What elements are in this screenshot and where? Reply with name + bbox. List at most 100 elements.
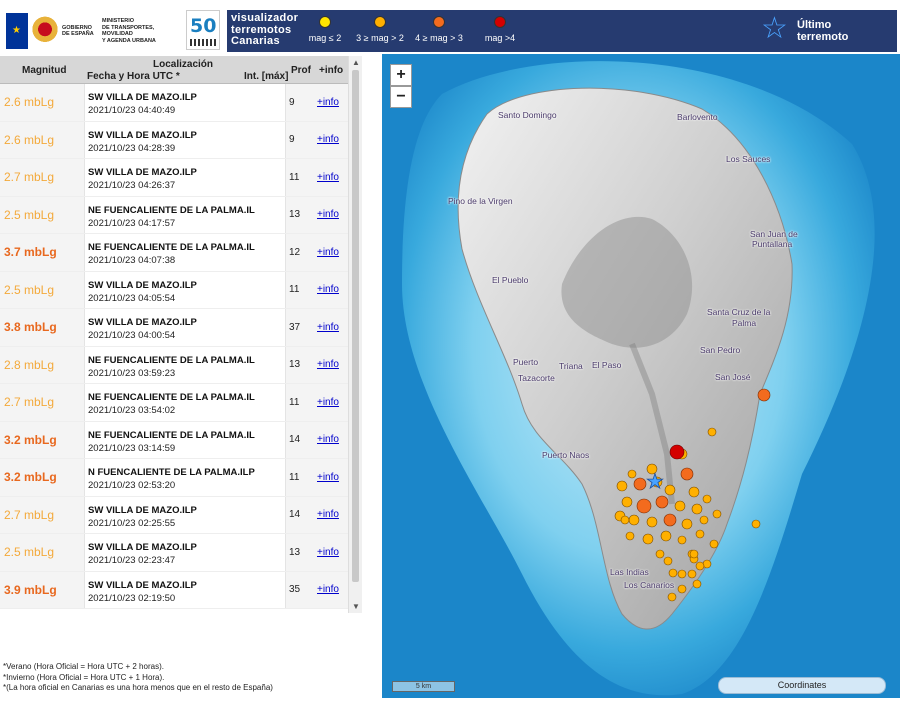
more-info-link[interactable]: +info xyxy=(316,384,348,421)
table-row[interactable]: 2.5 mbLg SW VILLA DE MAZO.ILP 2021/10/23… xyxy=(0,271,348,309)
more-info-link[interactable]: +info xyxy=(316,309,348,346)
table-row[interactable]: 3.2 mbLg NE FUENCALIENTE DE LA PALMA.IL … xyxy=(0,421,348,459)
header-location[interactable]: Localización xyxy=(153,59,213,70)
table-row[interactable]: 2.7 mbLg NE FUENCALIENTE DE LA PALMA.IL … xyxy=(0,384,348,422)
gov-line: DE ESPAÑA xyxy=(62,31,94,37)
location-cell: NE FUENCALIENTE DE LA PALMA.IL 2021/10/2… xyxy=(84,421,286,458)
magnitude-cell: 3.9 mbLg xyxy=(4,582,57,597)
place-label: El Pueblo xyxy=(492,275,529,285)
more-info-link[interactable]: +info xyxy=(316,534,348,571)
header-magnitude[interactable]: Magnitud xyxy=(22,65,66,76)
last-label-line: Último xyxy=(797,19,832,31)
yellow-dot-icon xyxy=(319,16,331,28)
table-body[interactable]: 2.6 mbLg SW VILLA DE MAZO.ILP 2021/10/23… xyxy=(0,84,348,611)
event-datetime: 2021/10/23 04:07:38 xyxy=(88,255,176,266)
location-name: NE FUENCALIENTE DE LA PALMA.IL xyxy=(88,392,255,403)
more-info-link[interactable]: +info xyxy=(316,84,348,121)
place-label: Las Indias xyxy=(610,567,649,577)
location-name: NE FUENCALIENTE DE LA PALMA.IL xyxy=(88,429,255,441)
coordinates-button[interactable]: Coordinates xyxy=(718,677,886,694)
header-info: +info xyxy=(319,65,344,76)
more-info-link[interactable]: +info xyxy=(316,159,348,196)
place-label: Barlovento xyxy=(677,112,718,122)
location-name: SW VILLA DE MAZO.ILP xyxy=(88,504,197,516)
magnitude-cell: 2.5 mbLg xyxy=(4,545,55,560)
table-row[interactable]: 2.7 mbLg SW VILLA DE MAZO.ILP 2021/10/23… xyxy=(0,159,348,197)
table-row[interactable]: 2.7 mbLg SW VILLA DE MAZO.ILP 2021/10/23… xyxy=(0,496,348,534)
location-name: SW VILLA DE MAZO.ILP xyxy=(88,317,197,328)
more-info-link[interactable]: +info xyxy=(316,422,348,459)
map-canvas[interactable]: ★ xyxy=(382,54,900,698)
location-name: SW VILLA DE MAZO.ILP xyxy=(88,279,197,291)
table-scrollbar[interactable]: ▲ ▼ xyxy=(348,56,362,613)
event-datetime: 2021/10/23 02:53:20 xyxy=(88,480,176,491)
table-row[interactable]: 2.5 mbLg NE FUENCALIENTE DE LA PALMA.IL … xyxy=(0,196,348,234)
depth-cell: 37 xyxy=(289,321,301,333)
last-earthquake-label: Último terremoto xyxy=(797,19,848,43)
place-label: El Paso xyxy=(592,360,622,370)
depth-cell: 14 xyxy=(289,509,301,521)
location-cell: SW VILLA DE MAZO.ILP 2021/10/23 04:00:54 xyxy=(84,309,286,346)
more-info-link[interactable]: +info xyxy=(316,197,348,234)
location-name: NE FUENCALIENTE DE LA PALMA.IL xyxy=(88,354,255,366)
more-info-link[interactable]: +info xyxy=(316,234,348,271)
more-info-link[interactable]: +info xyxy=(316,497,348,534)
table-row[interactable]: 3.8 mbLg SW VILLA DE MAZO.ILP 2021/10/23… xyxy=(0,309,348,347)
magnitude-cell: 2.5 mbLg xyxy=(4,207,55,222)
header-depth[interactable]: Prof xyxy=(291,65,311,76)
last-earthquake-star-icon[interactable]: ★ xyxy=(646,471,665,494)
place-label: Puerto xyxy=(513,357,539,367)
more-info-link[interactable]: +info xyxy=(316,572,348,609)
legend-label: mag >4 xyxy=(484,33,516,43)
more-info-link[interactable]: +info xyxy=(316,459,348,496)
table-row[interactable]: 3.7 mbLg NE FUENCALIENTE DE LA PALMA.IL … xyxy=(0,234,348,272)
location-cell: NE FUENCALIENTE DE LA PALMA.IL 2021/10/2… xyxy=(84,234,286,271)
location-cell: SW VILLA DE MAZO.ILP 2021/10/23 02:25:55 xyxy=(84,496,286,533)
event-datetime: 2021/10/23 04:00:54 xyxy=(88,330,176,341)
depth-cell: 35 xyxy=(289,584,301,596)
legend-label: 3 ≥ mag > 2 xyxy=(356,33,404,43)
location-cell: SW VILLA DE MAZO.ILP 2021/10/23 04:40:49 xyxy=(84,84,286,121)
location-name: N FUENCALIENTE DE LA PALMA.ILP xyxy=(88,467,255,478)
depth-cell: 11 xyxy=(289,396,300,408)
more-info-link[interactable]: +info xyxy=(316,347,348,384)
place-label: Los Canarios xyxy=(624,580,675,590)
scroll-down-icon[interactable]: ▼ xyxy=(352,602,360,611)
more-info-link[interactable]: +info xyxy=(316,122,348,159)
map-view[interactable]: ★ + − Santo Domingo Barlovento Los Sauce… xyxy=(382,54,900,698)
header-intensity[interactable]: Int. [máx] xyxy=(244,71,288,82)
government-logo: GOBIERNO DE ESPAÑA MINISTERIO DE TRANSPO… xyxy=(6,10,178,52)
table-row[interactable]: 2.6 mbLg SW VILLA DE MAZO.ILP 2021/10/23… xyxy=(0,84,348,122)
event-datetime: 2021/10/23 04:17:57 xyxy=(88,217,176,229)
magnitude-cell: 2.8 mbLg xyxy=(4,357,55,372)
more-info-link[interactable]: +info xyxy=(316,272,348,309)
depth-cell: 14 xyxy=(289,434,301,446)
scroll-up-icon[interactable]: ▲ xyxy=(352,58,360,67)
depth-cell: 13 xyxy=(289,209,301,221)
scrollbar-thumb[interactable] xyxy=(352,70,359,582)
coat-of-arms-icon xyxy=(32,14,58,48)
legend-bar: visualizador terremotos Canarias mag ≤ 2… xyxy=(227,10,897,52)
location-name: NE FUENCALIENTE DE LA PALMA.IL xyxy=(88,242,255,253)
location-name: SW VILLA DE MAZO.ILP xyxy=(88,579,197,591)
magnitude-cell: 2.6 mbLg xyxy=(4,132,55,147)
header-date[interactable]: Fecha y Hora UTC * xyxy=(87,71,180,82)
magnitude-cell: 2.7 mbLg xyxy=(4,170,55,185)
table-row[interactable]: 3.9 mbLg SW VILLA DE MAZO.ILP 2021/10/23… xyxy=(0,571,348,609)
table-row[interactable]: 2.6 mbLg SW VILLA DE MAZO.ILP 2021/10/23… xyxy=(0,121,348,159)
depth-cell: 13 xyxy=(289,546,301,558)
depth-cell: 11 xyxy=(289,171,300,183)
place-label: San Juan de xyxy=(750,229,798,239)
event-datetime: 2021/10/23 03:14:59 xyxy=(88,442,176,454)
magnitude-cell: 3.2 mbLg xyxy=(4,432,57,447)
zoom-out-button[interactable]: − xyxy=(390,86,412,108)
table-row[interactable]: 2.5 mbLg SW VILLA DE MAZO.ILP 2021/10/23… xyxy=(0,534,348,572)
table-row[interactable]: 3.2 mbLg N FUENCALIENTE DE LA PALMA.ILP … xyxy=(0,459,348,497)
location-cell: NE FUENCALIENTE DE LA PALMA.IL 2021/10/2… xyxy=(84,346,286,383)
location-name: NE FUENCALIENTE DE LA PALMA.IL xyxy=(88,204,255,216)
place-label: San José xyxy=(715,372,751,382)
zoom-in-button[interactable]: + xyxy=(390,64,412,86)
table-row[interactable]: 2.8 mbLg NE FUENCALIENTE DE LA PALMA.IL … xyxy=(0,346,348,384)
ministry-line: Y AGENDA URBANA xyxy=(102,37,156,44)
legend-item-mag-gt-4: mag >4 xyxy=(470,16,530,43)
